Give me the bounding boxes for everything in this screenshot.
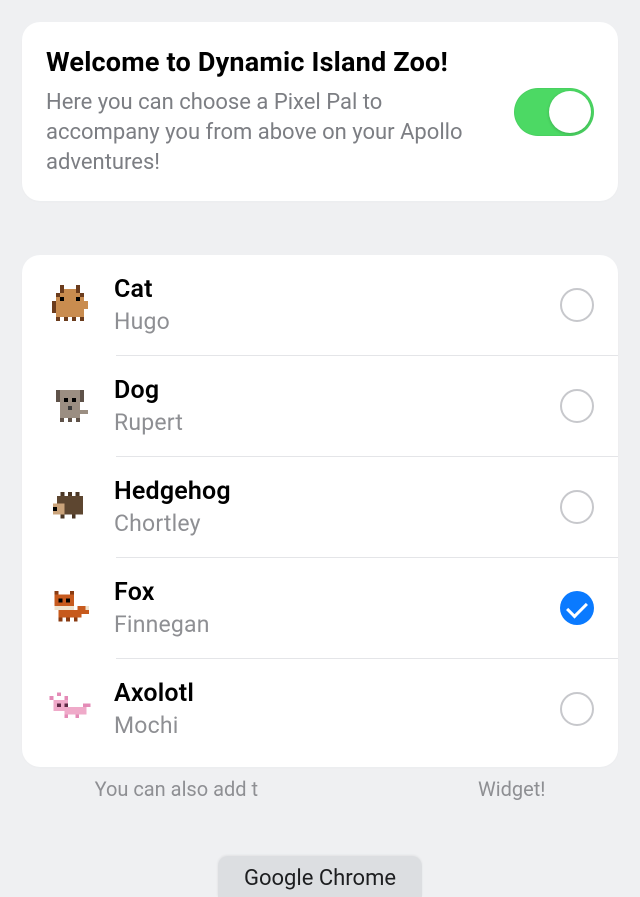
list-item-labels: Hedgehog Chortley	[114, 477, 542, 537]
axolotl-icon	[44, 692, 96, 726]
species-label: Cat	[114, 275, 542, 304]
radio[interactable]	[560, 490, 594, 524]
species-label: Hedgehog	[114, 477, 542, 506]
list-item[interactable]: Axolotl Mochi	[22, 659, 618, 759]
radio[interactable]	[560, 389, 594, 423]
radio[interactable]	[560, 591, 594, 625]
enable-toggle[interactable]	[514, 88, 594, 136]
dog-icon	[44, 386, 96, 426]
list-item-labels: Cat Hugo	[114, 275, 542, 335]
list-item[interactable]: Fox Finnegan	[22, 558, 618, 658]
cat-icon	[44, 285, 96, 325]
intro-card: Welcome to Dynamic Island Zoo! Here you …	[22, 22, 618, 201]
species-label: Fox	[114, 578, 542, 607]
footer-right: Widget!	[478, 777, 545, 801]
petname-label: Chortley	[114, 510, 542, 537]
list-item-labels: Dog Rupert	[114, 376, 542, 436]
browser-pill[interactable]: Google Chrome	[218, 856, 422, 897]
petname-label: Rupert	[114, 409, 542, 436]
footer-text: You can also add t Widget!	[22, 777, 618, 801]
petname-label: Finnegan	[114, 611, 542, 638]
species-label: Axolotl	[114, 679, 542, 708]
hedgehog-icon	[44, 492, 96, 522]
species-label: Dog	[114, 376, 542, 405]
petname-label: Hugo	[114, 308, 542, 335]
intro-text: Welcome to Dynamic Island Zoo! Here you …	[46, 46, 496, 177]
list-item-labels: Fox Finnegan	[114, 578, 542, 638]
toggle-knob	[549, 91, 591, 133]
browser-pill-label: Google Chrome	[244, 866, 396, 891]
radio[interactable]	[560, 288, 594, 322]
fox-icon	[44, 590, 96, 626]
page-subtitle: Here you can choose a Pixel Pal to accom…	[46, 88, 496, 177]
footer-left: You can also add t	[95, 777, 259, 801]
list-item[interactable]: Cat Hugo	[22, 255, 618, 355]
petname-label: Mochi	[114, 712, 542, 739]
radio[interactable]	[560, 692, 594, 726]
list-item[interactable]: Hedgehog Chortley	[22, 457, 618, 557]
list-item[interactable]: Dog Rupert	[22, 356, 618, 456]
pet-list: Cat Hugo Dog Rupert	[22, 255, 618, 767]
page-title: Welcome to Dynamic Island Zoo!	[46, 46, 496, 78]
list-item-labels: Axolotl Mochi	[114, 679, 542, 739]
